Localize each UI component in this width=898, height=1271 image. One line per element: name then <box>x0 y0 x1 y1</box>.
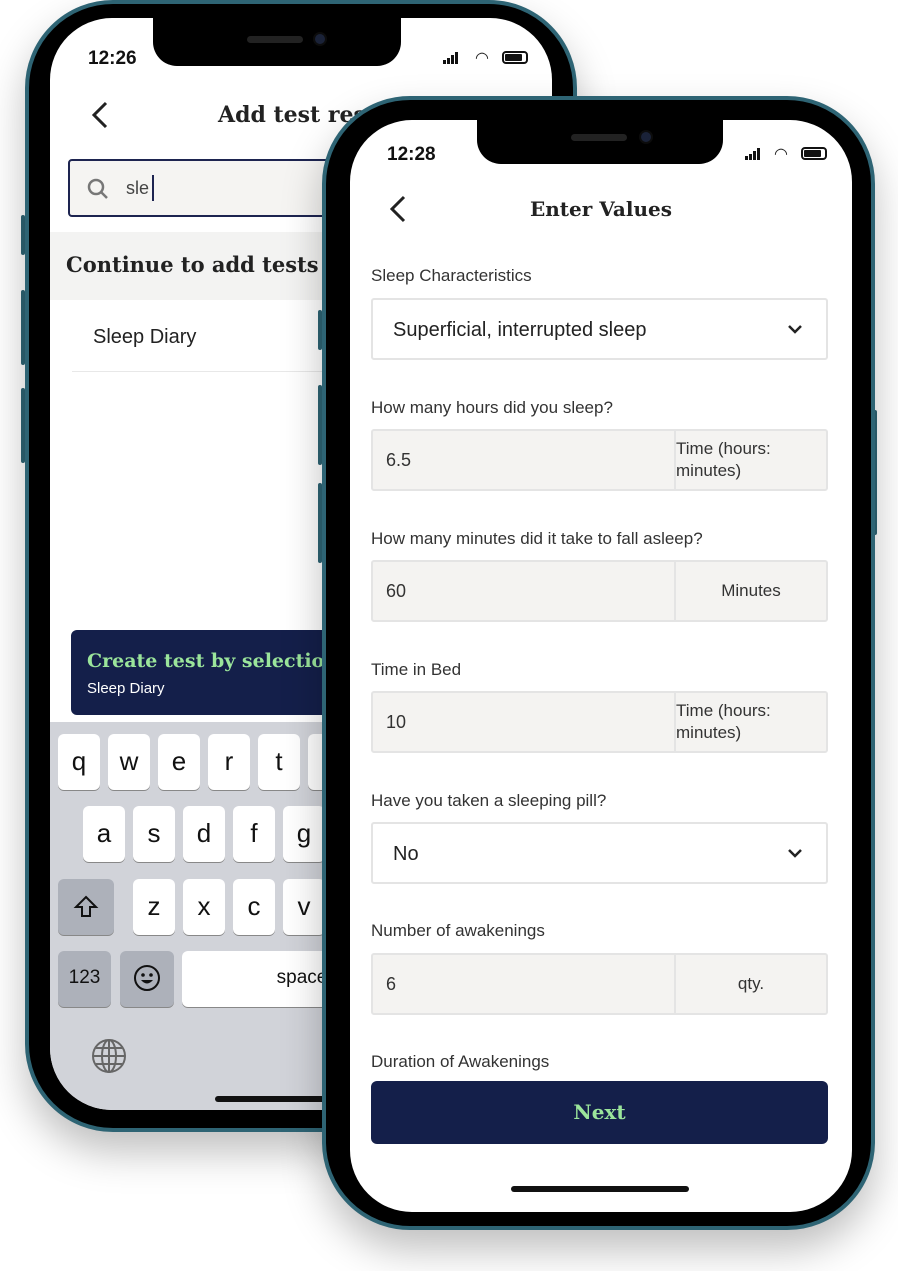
battery-icon <box>502 51 528 64</box>
create-test-title: Create test by selection <box>87 650 339 672</box>
search-value: sle <box>126 178 150 198</box>
shift-icon <box>73 895 99 917</box>
key-t[interactable]: t <box>258 734 300 790</box>
field-label: Time in Bed <box>371 660 462 679</box>
key-q[interactable]: q <box>58 734 100 790</box>
key-w[interactable]: w <box>108 734 150 790</box>
key-g[interactable]: g <box>283 806 325 862</box>
emoji-icon <box>134 965 160 991</box>
back-chevron-icon[interactable] <box>90 100 110 130</box>
input-value: 10 <box>386 712 407 732</box>
key-e[interactable]: e <box>158 734 200 790</box>
unit-label: Minutes <box>674 562 826 620</box>
key-z[interactable]: z <box>133 879 175 935</box>
unit-label: qty. <box>674 955 826 1013</box>
section-title: Continue to add tests <box>66 252 319 277</box>
select-value: No <box>393 843 419 865</box>
sleep-characteristics-select[interactable]: Superficial, interrupted sleep <box>371 298 828 360</box>
page-title: Enter Values <box>529 197 672 221</box>
key-f[interactable]: f <box>233 806 275 862</box>
signal-icon <box>443 52 459 64</box>
notch <box>153 14 401 66</box>
list-item-label: Sleep Diary <box>93 326 197 348</box>
field-label: How many minutes did it take to fall asl… <box>371 529 703 548</box>
emoji-key[interactable] <box>120 951 174 1007</box>
chevron-down-icon <box>788 849 802 858</box>
time-in-bed-input[interactable]: 10 Time (hours: minutes) <box>371 691 828 753</box>
sleeping-pill-select[interactable]: No <box>371 822 828 884</box>
search-icon <box>87 178 108 199</box>
next-button[interactable]: Next <box>371 1081 828 1144</box>
signal-icon <box>745 148 761 160</box>
wifi-icon: ◠ <box>774 146 788 163</box>
field-label: Have you taken a sleeping pill? <box>371 791 607 810</box>
notch <box>477 116 723 164</box>
status-time: 12:26 <box>88 48 137 69</box>
unit-label: Time (hours: minutes) <box>674 431 826 489</box>
create-test-subtitle: Sleep Diary <box>87 680 165 697</box>
front-phone-screen: 12:28 ◠ Enter Values Sleep Characteristi… <box>350 120 852 1212</box>
battery-icon <box>801 147 827 160</box>
key-x[interactable]: x <box>183 879 225 935</box>
minutes-to-fall-asleep-input[interactable]: 60 Minutes <box>371 560 828 622</box>
status-time: 12:28 <box>387 144 436 165</box>
key-v[interactable]: v <box>283 879 325 935</box>
input-value: 6.5 <box>386 450 412 470</box>
numbers-key[interactable]: 123 <box>58 951 111 1007</box>
field-label: Duration of Awakenings <box>371 1052 550 1071</box>
input-value: 60 <box>386 581 407 601</box>
select-value: Superficial, interrupted sleep <box>393 319 647 341</box>
shift-key[interactable] <box>58 879 114 935</box>
chevron-down-icon <box>788 325 802 334</box>
awakenings-input[interactable]: 6 qty. <box>371 953 828 1015</box>
unit-label: Time (hours: minutes) <box>674 693 826 751</box>
field-label: Sleep Characteristics <box>371 266 532 285</box>
wifi-icon: ◠ <box>475 50 489 67</box>
key-d[interactable]: d <box>183 806 225 862</box>
field-label: Number of awakenings <box>371 921 545 940</box>
input-value: 6 <box>386 974 397 994</box>
key-c[interactable]: c <box>233 879 275 935</box>
field-label: How many hours did you sleep? <box>371 398 613 417</box>
key-s[interactable]: s <box>133 806 175 862</box>
key-a[interactable]: a <box>83 806 125 862</box>
globe-icon[interactable] <box>91 1038 127 1074</box>
key-r[interactable]: r <box>208 734 250 790</box>
hours-slept-input[interactable]: 6.5 Time (hours: minutes) <box>371 429 828 491</box>
text-cursor <box>152 175 154 201</box>
front-phone-frame: 12:28 ◠ Enter Values Sleep Characteristi… <box>322 96 875 1230</box>
home-indicator <box>511 1186 689 1192</box>
